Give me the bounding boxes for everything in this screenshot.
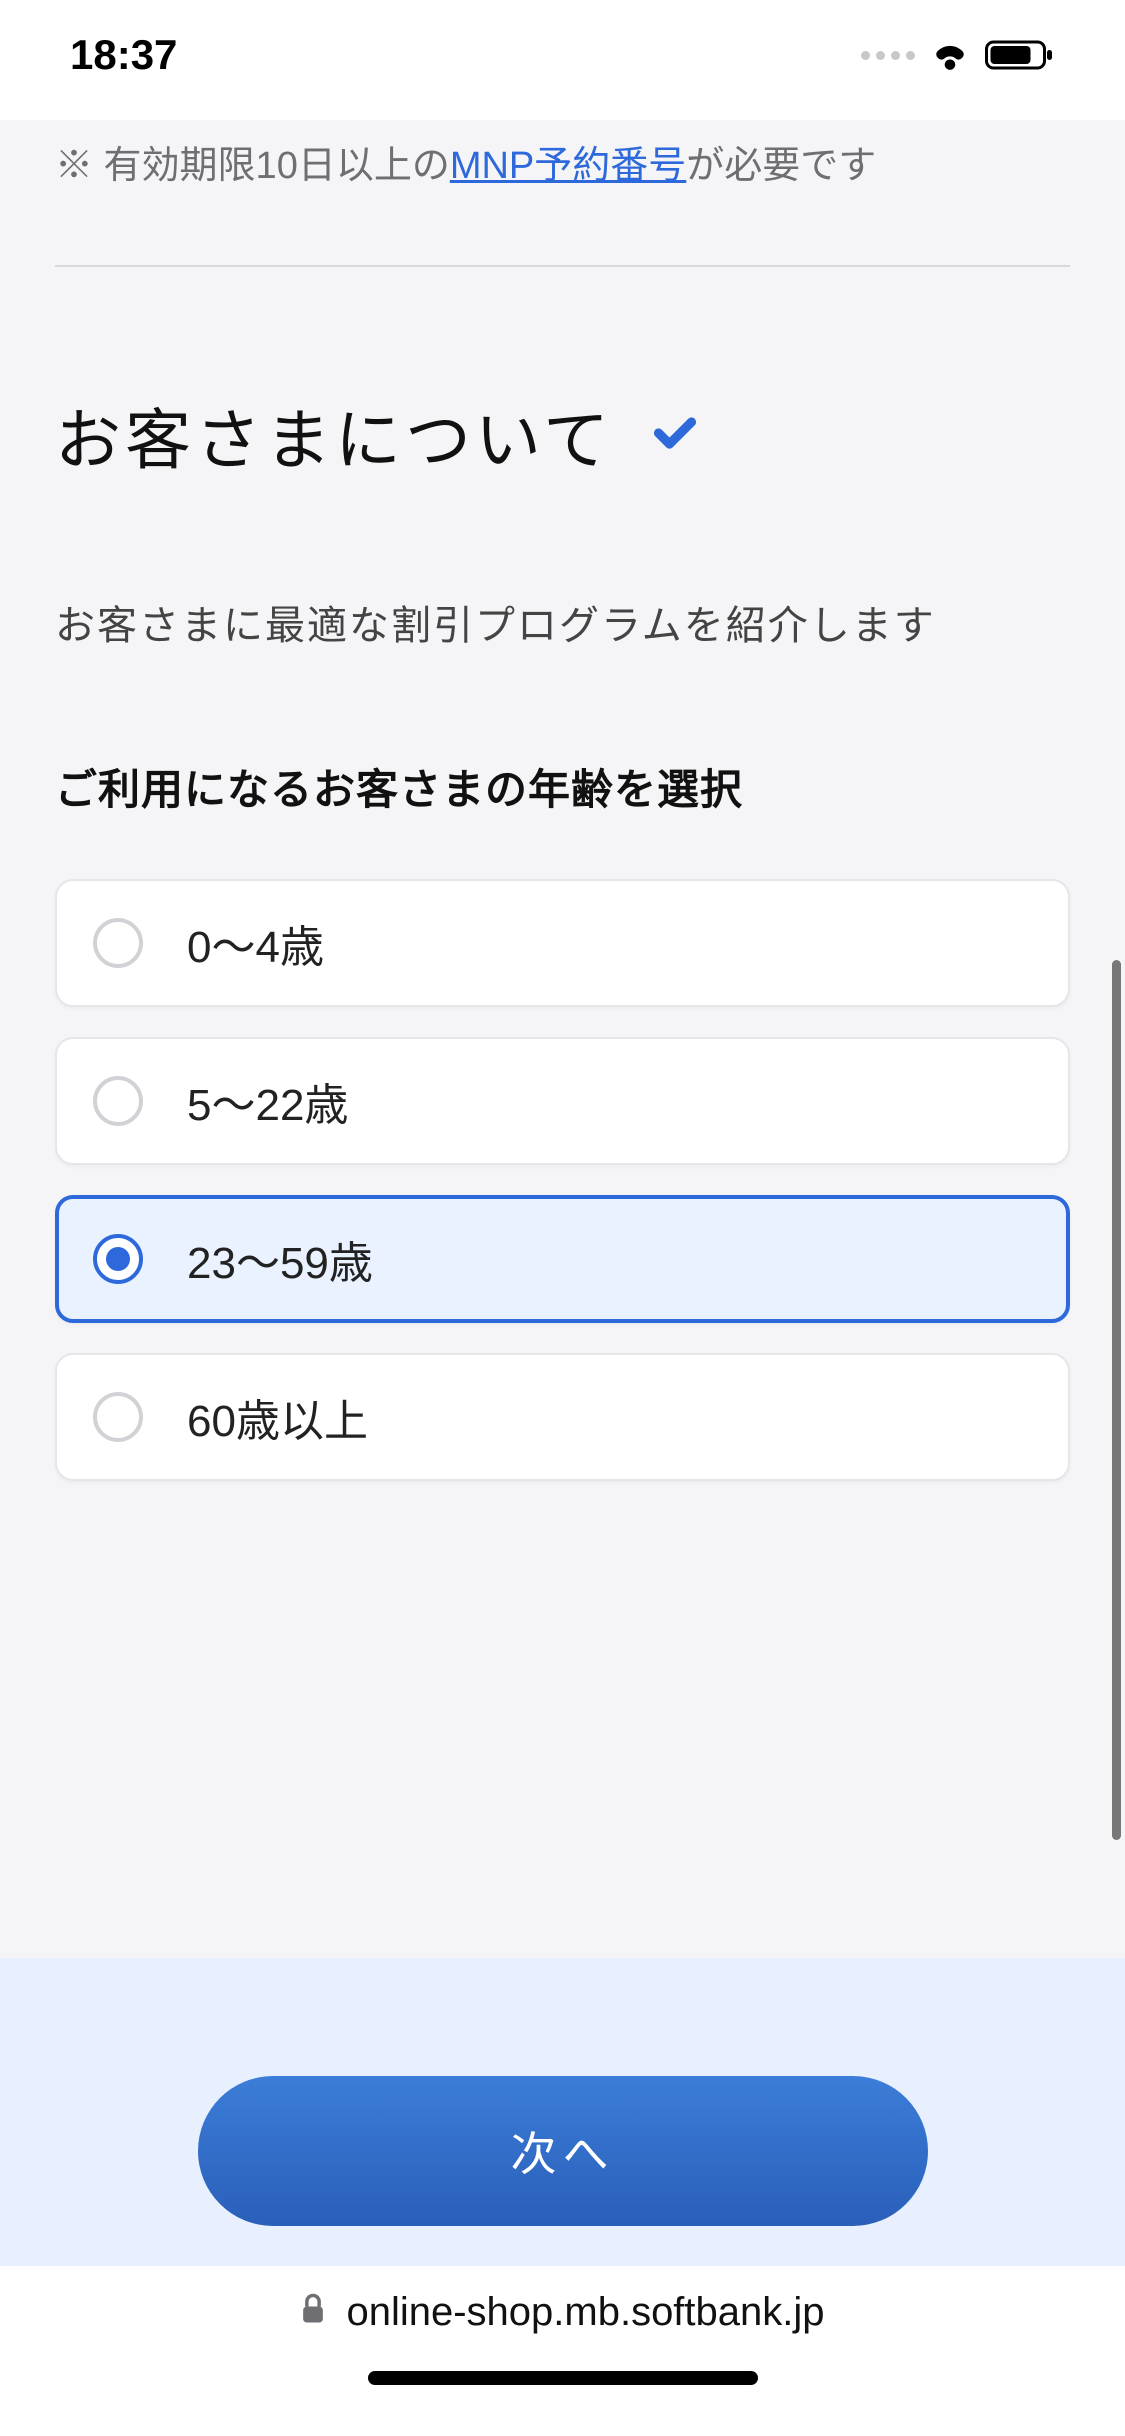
- battery-icon: [985, 38, 1055, 72]
- age-option-1[interactable]: 5〜22歳: [55, 1037, 1070, 1165]
- note-suffix: が必要です: [686, 145, 876, 187]
- main-content: ※ 有効期限10日以上のMNP予約番号が必要です お客さまについて お客さまに最…: [0, 120, 1125, 1481]
- age-field-label: ご利用になるお客さまの年齢を選択: [55, 756, 1070, 817]
- cell-signal-dots: [861, 51, 915, 60]
- check-icon: [653, 416, 697, 455]
- radio-icon: [93, 1392, 143, 1442]
- scrollbar[interactable]: [1112, 960, 1121, 1840]
- radio-icon: [93, 918, 143, 968]
- status-time: 18:37: [70, 31, 177, 79]
- radio-icon: [93, 1234, 143, 1284]
- section-description: お客さまに最適な割引プログラムを紹介します: [55, 593, 1070, 651]
- age-option-label: 60歳以上: [187, 1385, 368, 1449]
- mnp-note: ※ 有効期限10日以上のMNP予約番号が必要です: [55, 120, 1070, 265]
- mnp-link[interactable]: MNP予約番号: [450, 145, 686, 187]
- url-text: online-shop.mb.softbank.jp: [346, 2290, 824, 2335]
- lock-icon: [300, 2290, 326, 2335]
- age-option-label: 23〜59歳: [187, 1227, 373, 1291]
- divider: [55, 265, 1070, 267]
- age-option-2[interactable]: 23〜59歳: [55, 1195, 1070, 1323]
- home-indicator[interactable]: [368, 2371, 758, 2385]
- footer: 次へ online-shop.mb.softbank.jp: [0, 1958, 1125, 2436]
- age-option-0[interactable]: 0〜4歳: [55, 879, 1070, 1007]
- section-title: お客さまについて: [55, 387, 613, 483]
- next-button[interactable]: 次へ: [198, 2076, 928, 2226]
- age-option-label: 0〜4歳: [187, 911, 324, 975]
- note-prefix: ※ 有効期限10日以上の: [55, 145, 450, 187]
- age-option-list: 0〜4歳 5〜22歳 23〜59歳 60歳以上: [55, 879, 1070, 1481]
- section-header: お客さまについて: [55, 387, 1070, 483]
- status-indicators: [861, 38, 1055, 72]
- radio-icon: [93, 1076, 143, 1126]
- wifi-icon: [929, 39, 971, 71]
- browser-bar: online-shop.mb.softbank.jp: [0, 2266, 1125, 2436]
- age-option-label: 5〜22歳: [187, 1069, 348, 1133]
- status-bar: 18:37: [0, 0, 1125, 120]
- url-row[interactable]: online-shop.mb.softbank.jp: [300, 2290, 824, 2335]
- age-option-3[interactable]: 60歳以上: [55, 1353, 1070, 1481]
